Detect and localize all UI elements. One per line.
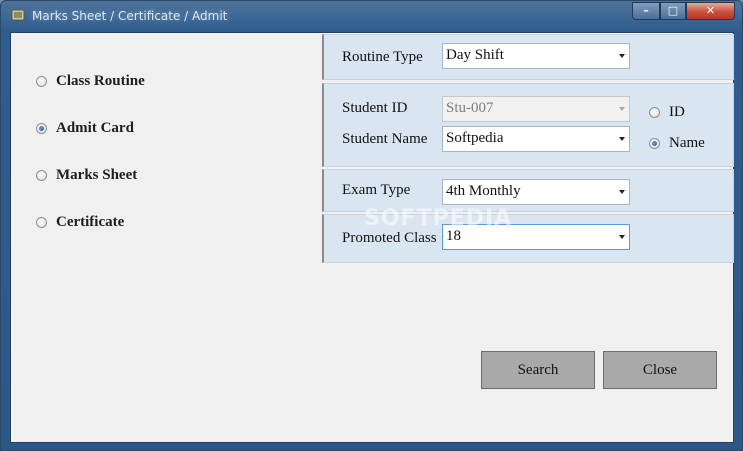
radio-button[interactable] — [36, 123, 47, 134]
search-button[interactable]: Search — [481, 351, 595, 389]
radio-label: Class Routine — [56, 73, 145, 89]
chevron-down-icon — [619, 235, 625, 239]
radio-certificate[interactable]: Certificate — [36, 214, 124, 231]
chevron-down-icon — [619, 54, 625, 58]
minimize-button[interactable]: – — [632, 2, 660, 20]
radio-button[interactable] — [36, 76, 47, 87]
radio-marks-sheet[interactable]: Marks Sheet — [36, 167, 137, 184]
exam-type-value: 4th Monthly — [446, 183, 521, 199]
radio-button[interactable] — [36, 217, 47, 228]
client-area: Class Routine Admit Card Marks Sheet Cer… — [10, 32, 734, 443]
exam-type-label: Exam Type — [342, 182, 411, 198]
radio-class-routine[interactable]: Class Routine — [36, 73, 145, 90]
radio-label: Name — [669, 135, 705, 151]
close-window-button[interactable]: ✕ — [686, 2, 735, 20]
routine-panel: Routine Type Day Shift — [322, 34, 734, 80]
routine-type-value: Day Shift — [446, 47, 504, 63]
radio-admit-card[interactable]: Admit Card — [36, 120, 134, 137]
chevron-down-icon — [619, 190, 625, 194]
student-name-value: Softpedia — [446, 130, 504, 146]
radio-button[interactable] — [36, 170, 47, 181]
app-window: Marks Sheet / Certificate / Admit – □ ✕ … — [0, 0, 743, 451]
routine-type-select[interactable]: Day Shift — [442, 43, 630, 69]
maximize-button[interactable]: □ — [660, 2, 686, 20]
radio-label: Admit Card — [56, 120, 134, 136]
minimize-icon: – — [643, 4, 649, 17]
title-bar[interactable]: Marks Sheet / Certificate / Admit – □ ✕ — [1, 1, 742, 31]
watermark: SOFTPEDIA — [364, 206, 513, 231]
close-button[interactable]: Close — [603, 351, 717, 389]
radio-label: Marks Sheet — [56, 167, 138, 183]
maximize-icon: □ — [667, 4, 679, 17]
student-panel: Student ID Stu-007 Student Name Softpedi… — [322, 83, 734, 167]
promoted-class-label: Promoted Class — [342, 230, 437, 246]
student-name-label: Student Name — [342, 131, 428, 147]
close-icon: ✕ — [705, 4, 716, 17]
exam-type-select[interactable]: 4th Monthly — [442, 179, 630, 205]
student-name-select[interactable]: Softpedia — [442, 126, 630, 152]
student-id-value: Stu-007 — [446, 100, 494, 116]
radio-button[interactable] — [649, 107, 660, 118]
routine-type-label: Routine Type — [342, 49, 423, 65]
chevron-down-icon — [619, 107, 625, 111]
chevron-down-icon — [619, 137, 625, 141]
radio-search-by-id[interactable]: ID — [649, 104, 685, 121]
app-icon — [11, 8, 25, 22]
radio-button[interactable] — [649, 138, 660, 149]
student-id-label: Student ID — [342, 100, 408, 116]
student-id-select[interactable]: Stu-007 — [442, 96, 630, 122]
radio-label: Certificate — [56, 214, 125, 230]
radio-label: ID — [669, 104, 685, 120]
window-title: Marks Sheet / Certificate / Admit — [32, 9, 228, 23]
radio-search-by-name[interactable]: Name — [649, 135, 705, 152]
